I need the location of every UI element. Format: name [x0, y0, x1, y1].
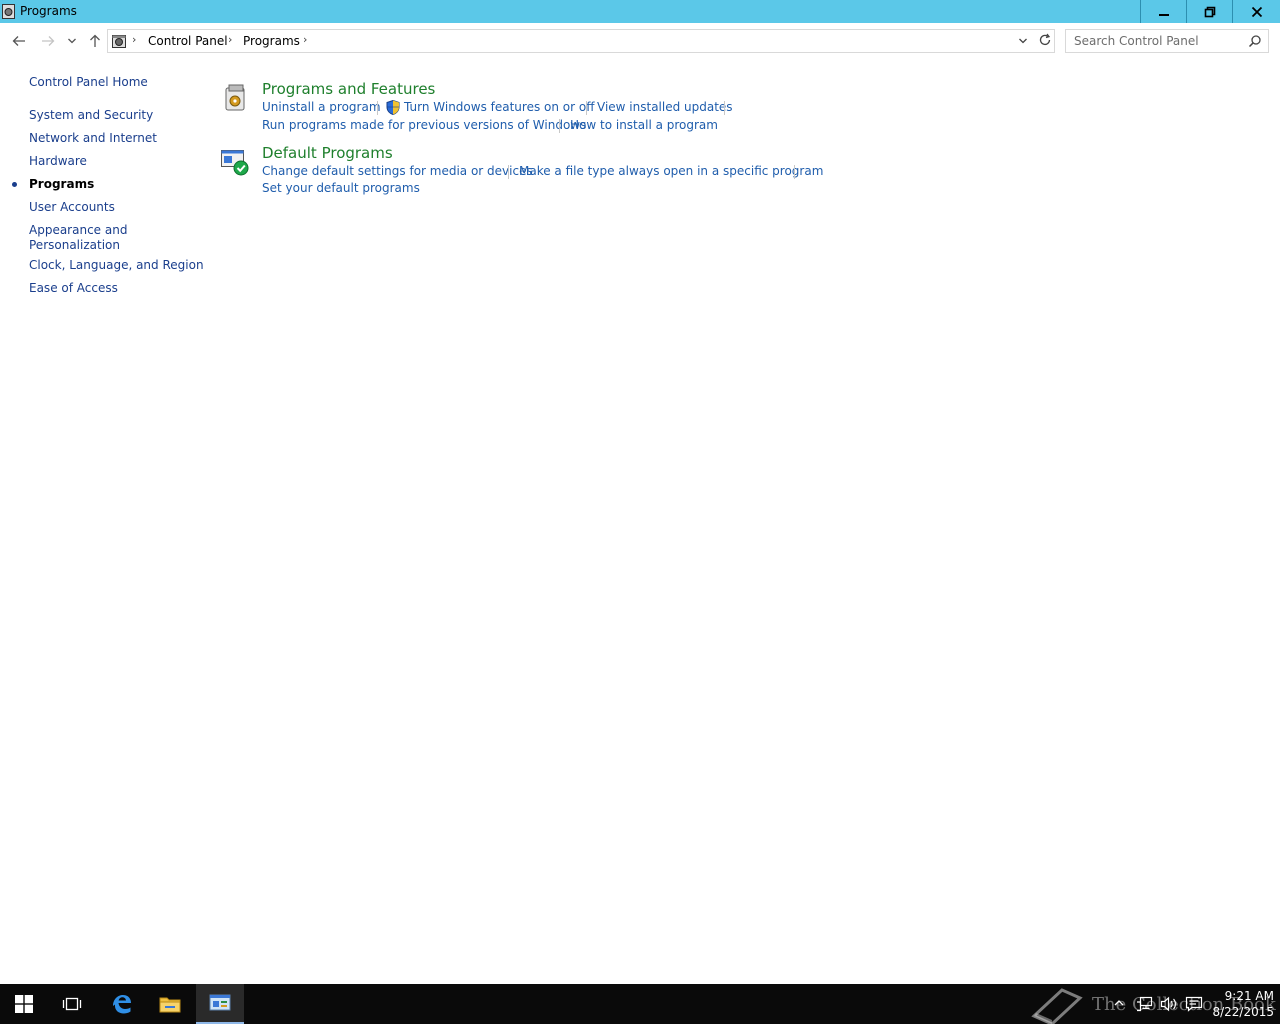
sidebar-item-network-and-internet[interactable]: Network and Internet — [29, 131, 157, 146]
arrow-left-icon — [12, 36, 25, 46]
sidebar-item-label-line2: Personalization — [29, 238, 120, 252]
run-previous-versions-link[interactable]: Run programs made for previous versions … — [262, 118, 586, 132]
how-to-install-link[interactable]: How to install a program — [570, 118, 718, 132]
close-icon — [1251, 6, 1262, 17]
search-icon[interactable] — [1248, 34, 1262, 51]
close-button[interactable] — [1232, 0, 1280, 23]
forward-button[interactable] — [38, 31, 58, 51]
arrow-right-icon — [42, 36, 55, 46]
divider — [586, 101, 587, 115]
default-programs-title[interactable]: Default Programs — [262, 144, 393, 162]
programs-and-features-title[interactable]: Programs and Features — [262, 80, 435, 98]
notification-icon — [1185, 996, 1203, 1012]
action-center-button[interactable] — [1185, 996, 1203, 1015]
chevron-up-icon — [1114, 1000, 1124, 1006]
shield-icon — [386, 100, 400, 115]
restore-button[interactable] — [1186, 0, 1232, 23]
control-panel-icon — [112, 35, 126, 48]
chevron-down-icon — [68, 38, 76, 44]
breadcrumb-programs[interactable]: Programs — [243, 34, 300, 48]
refresh-button[interactable] — [1038, 33, 1052, 50]
change-default-settings-link[interactable]: Change default settings for media or dev… — [262, 164, 533, 178]
sidebar-item-control-panel-home[interactable]: Control Panel Home — [29, 75, 148, 90]
back-button[interactable] — [9, 31, 29, 51]
taskbar: The Collection Book 9:21 AM 8/22/2015 — [0, 984, 1280, 1024]
volume-button[interactable] — [1160, 996, 1178, 1015]
divider — [724, 101, 725, 115]
sidebar-item-label-line1: Appearance and — [29, 223, 128, 237]
edge-browser-icon — [113, 995, 131, 1014]
arrow-up-icon — [90, 34, 100, 47]
address-bar[interactable]: › Control Panel › Programs › — [107, 29, 1055, 53]
divider — [508, 165, 509, 179]
taskbar-clock[interactable]: 9:21 AM 8/22/2015 — [1208, 988, 1274, 1020]
clock-time: 9:21 AM — [1224, 989, 1274, 1003]
divider — [794, 165, 795, 179]
sidebar-item-clock-language-region[interactable]: Clock, Language, and Region — [29, 258, 204, 273]
speaker-icon — [1160, 996, 1176, 1012]
uninstall-program-link[interactable]: Uninstall a program — [262, 100, 381, 114]
chevron-down-icon — [1019, 38, 1027, 44]
file-explorer-button[interactable] — [146, 984, 194, 1024]
control-panel-icon — [209, 994, 231, 1011]
windows-logo-icon — [15, 995, 33, 1013]
sidebar-item-user-accounts[interactable]: User Accounts — [29, 200, 115, 215]
refresh-icon — [1039, 33, 1051, 46]
minimize-button[interactable] — [1140, 0, 1186, 23]
task-view-button[interactable] — [48, 984, 96, 1024]
search-input[interactable] — [1066, 30, 1246, 52]
sidebar-item-programs[interactable]: Programs — [29, 177, 94, 192]
sidebar-item-hardware[interactable]: Hardware — [29, 154, 87, 169]
view-installed-updates-link[interactable]: View installed updates — [597, 100, 733, 114]
clock-date: 8/22/2015 — [1212, 1005, 1274, 1019]
restore-icon — [1204, 6, 1215, 17]
up-button[interactable] — [85, 31, 105, 51]
active-item-bullet — [12, 182, 17, 187]
set-default-programs-link[interactable]: Set your default programs — [262, 181, 420, 195]
title-bar[interactable]: Programs — [0, 0, 1280, 23]
sidebar-item-system-and-security[interactable]: System and Security — [29, 108, 153, 123]
control-panel-taskbar-button[interactable] — [196, 984, 244, 1024]
sidebar-item-appearance-and-personalization[interactable]: Appearance and Personalization — [29, 223, 127, 253]
breadcrumb-control-panel[interactable]: Control Panel — [148, 34, 228, 48]
minimize-icon — [1158, 13, 1169, 16]
chevron-right-icon[interactable]: › — [228, 33, 232, 46]
sidebar-item-ease-of-access[interactable]: Ease of Access — [29, 281, 118, 296]
task-view-icon — [62, 997, 82, 1011]
show-hidden-icons-button[interactable] — [1113, 996, 1125, 1013]
file-type-association-link[interactable]: Make a file type always open in a specif… — [519, 164, 823, 178]
turn-windows-features-link[interactable]: Turn Windows features on or off — [404, 100, 595, 114]
default-programs-icon — [221, 150, 249, 176]
chevron-right-icon[interactable]: › — [303, 33, 307, 46]
folder-icon — [159, 997, 181, 1013]
book-logo-icon — [1031, 988, 1083, 1024]
start-button[interactable] — [0, 984, 48, 1024]
chevron-right-icon: › — [132, 33, 137, 46]
network-button[interactable] — [1136, 996, 1154, 1015]
address-history-button[interactable] — [1018, 35, 1028, 49]
network-icon — [1137, 996, 1153, 1012]
search-box[interactable] — [1065, 29, 1269, 53]
window-title: Programs — [20, 4, 77, 18]
edge-button[interactable] — [98, 984, 146, 1024]
control-panel-icon — [2, 4, 15, 19]
divider — [559, 119, 560, 133]
programs-and-features-icon — [225, 84, 245, 111]
recent-locations-button[interactable] — [62, 31, 82, 51]
divider — [377, 101, 378, 115]
